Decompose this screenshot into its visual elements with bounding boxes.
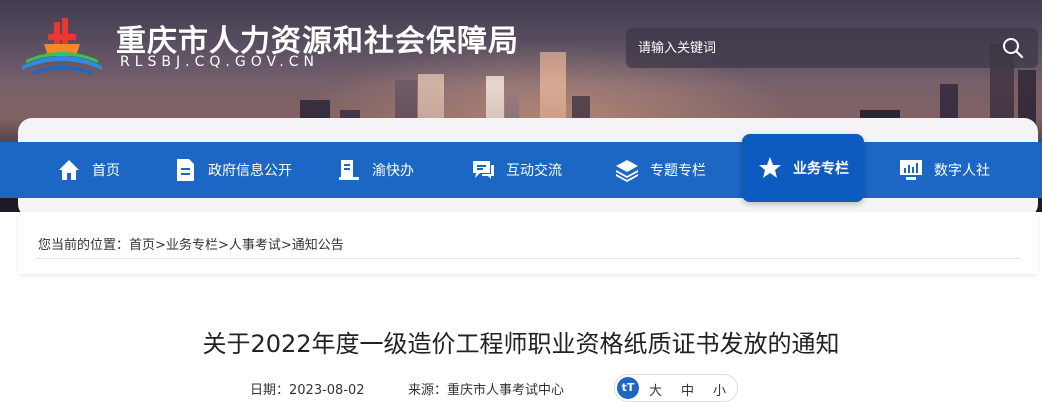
nav-item-home[interactable]: 首页: [56, 142, 120, 198]
nav-item-label: 业务专栏: [793, 161, 849, 177]
font-size-icon: tT: [617, 377, 639, 399]
nav-item-yukuaiban[interactable]: 渝快办: [336, 142, 414, 198]
source-label: 来源：: [408, 383, 448, 398]
nav-item-label: 首页: [92, 163, 120, 179]
nav-item-gov-info[interactable]: 政府信息公开: [172, 142, 292, 198]
nav-item-label: 渝快办: [372, 163, 414, 179]
logo-icon[interactable]: [18, 16, 106, 78]
layers-icon: [616, 160, 638, 182]
font-size-large[interactable]: 大: [649, 380, 662, 399]
search-input[interactable]: [638, 28, 978, 68]
nav-item-label: 政府信息公开: [208, 163, 292, 179]
nav-item-digital[interactable]: 数字人社: [898, 142, 990, 198]
article-date: 日期：2023-08-02: [250, 379, 365, 398]
breadcrumb-home[interactable]: 首页: [129, 238, 155, 253]
breadcrumb-business[interactable]: 业务专栏: [166, 238, 218, 253]
date-label: 日期：: [250, 383, 290, 398]
breadcrumb-prefix: 您当前的位置：: [38, 238, 130, 253]
home-icon: [59, 160, 79, 180]
font-size-switcher: tT 大 中 小: [614, 374, 738, 402]
date-value: 2023-08-02: [289, 383, 365, 398]
source-value: 重庆市人事考试中心: [447, 383, 565, 398]
search-box: [626, 28, 1038, 68]
nav-item-interaction[interactable]: 互动交流: [470, 142, 562, 198]
nav-item-topics[interactable]: 专题专栏: [614, 142, 706, 198]
chat-icon: [473, 161, 494, 179]
search-icon[interactable]: [1002, 37, 1024, 59]
star-icon: [759, 157, 781, 178]
breadcrumb-notice[interactable]: 通知公告: [292, 238, 344, 253]
document-icon: [177, 159, 194, 181]
divider: [36, 258, 1020, 259]
service-icon: [339, 160, 359, 180]
breadcrumb-separator: >: [217, 238, 229, 253]
monitor-icon: [900, 160, 922, 180]
breadcrumb-separator: >: [155, 238, 166, 253]
nav-item-label: 数字人社: [934, 163, 990, 179]
font-size-medium[interactable]: 中: [681, 380, 694, 399]
article-source: 来源：重庆市人事考试中心: [408, 379, 564, 398]
site-domain: RLSBJ.CQ.GOV.CN: [120, 54, 319, 70]
font-size-small[interactable]: 小: [713, 380, 726, 399]
nav-item-business[interactable]: 业务专栏: [742, 134, 864, 202]
breadcrumb-exam[interactable]: 人事考试: [229, 238, 281, 253]
nav-item-label: 专题专栏: [650, 163, 706, 179]
article-title: 关于2022年度一级造价工程师职业资格纸质证书发放的通知: [202, 330, 840, 358]
breadcrumb-separator: >: [280, 238, 292, 253]
breadcrumb: 您当前的位置：首页>业务专栏>人事考试>通知公告: [38, 234, 344, 253]
nav-item-label: 互动交流: [506, 163, 562, 179]
